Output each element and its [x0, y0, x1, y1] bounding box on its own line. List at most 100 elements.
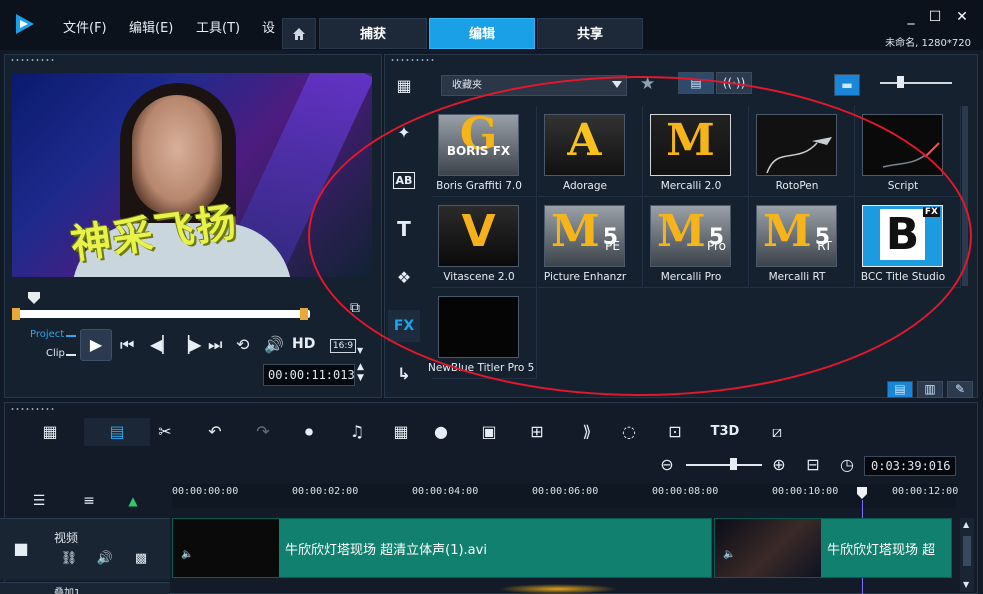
enlarge-preview-icon[interactable]: ⧉ [350, 300, 360, 316]
library-view-button[interactable]: ▤ [887, 381, 913, 398]
library-item[interactable]: A Adorage [538, 106, 643, 197]
edit-panel-button[interactable]: ✎ [947, 381, 973, 398]
video-clip[interactable]: 🔈 牛欣欣灯塔现场 超清立体声(1).avi [172, 518, 712, 578]
minimize-icon[interactable]: _ [902, 8, 920, 26]
zoom-slider-handle[interactable] [730, 458, 737, 470]
library-scrollbar[interactable] [962, 106, 968, 286]
library-item[interactable]: RotoPen [750, 106, 855, 197]
timeline-view-icon[interactable]: ▤ [104, 420, 130, 444]
pan-zoom-icon[interactable]: ⊡ [662, 420, 688, 444]
next-frame-icon[interactable]: ▕▶ [177, 335, 202, 354]
volume-icon[interactable]: 🔊 [264, 335, 284, 354]
playhead-marker-icon[interactable] [27, 291, 41, 305]
storyboard-view-icon[interactable]: ▦ [37, 420, 63, 444]
hd-toggle[interactable]: HD [292, 336, 315, 352]
sound-mixer-icon[interactable]: ♫ [344, 420, 370, 444]
library-item[interactable]: M Mercalli 2.0 [644, 106, 749, 197]
library-item[interactable]: Script [856, 106, 961, 197]
play-button[interactable]: ▶ [80, 329, 112, 361]
zoom-slider[interactable] [686, 464, 762, 466]
tab-capture[interactable]: 捕获 [319, 18, 427, 49]
panel-grip[interactable] [10, 58, 54, 62]
video-camera-icon[interactable]: ■ [8, 537, 34, 561]
scrubber-bar[interactable] [14, 310, 310, 318]
menu-tools[interactable]: 工具(T) [196, 17, 240, 36]
subtitle-editor-icon[interactable]: ▣ [476, 420, 502, 444]
multi-camera-icon[interactable]: ⊞ [524, 420, 550, 444]
library-grip[interactable] [390, 58, 434, 62]
trim-end-handle[interactable] [300, 308, 308, 320]
mask-creator-icon[interactable]: ◌ [616, 420, 642, 444]
menu-edit[interactable]: 编辑(E) [129, 17, 173, 36]
trim-start-handle[interactable] [12, 308, 20, 320]
home-button[interactable] [282, 18, 316, 49]
previous-frame-icon[interactable]: ◀▏ [150, 335, 175, 354]
repeat-icon[interactable]: ⟲ [236, 335, 249, 354]
options-panel-button[interactable]: ▥ [917, 381, 943, 398]
filter-fx-icon[interactable]: FX [388, 310, 420, 342]
mode-project[interactable]: Project [30, 329, 64, 340]
split-screen-icon[interactable]: ⧄ [764, 420, 790, 444]
tab-edit[interactable]: 编辑 [429, 18, 535, 49]
instant-project-icon[interactable]: ✦ [388, 117, 420, 149]
home-start-icon[interactable]: ⏮ [120, 335, 134, 355]
scroll-thumb[interactable] [963, 536, 971, 566]
title-icon[interactable]: T [388, 213, 420, 245]
newblue-titler-thumb [438, 296, 519, 358]
media-library-icon[interactable]: ▦ [388, 70, 420, 102]
graphics-icon[interactable]: ❖ [388, 262, 420, 294]
add-favorite-icon[interactable]: ★ [640, 74, 655, 94]
library-item[interactable]: NewBlue Titler Pro 5 [428, 288, 537, 379]
library-item[interactable]: B FX BCC Title Studio [856, 197, 961, 288]
thumbnail-size-slider[interactable] [880, 82, 952, 84]
path-icon[interactable]: ↳ [388, 358, 420, 390]
time-remapping-icon[interactable]: ⟫ [574, 420, 600, 444]
menu-file[interactable]: 文件(F) [63, 17, 107, 36]
timeline-scrollbar[interactable]: ▲ ▼ [960, 518, 974, 592]
close-icon[interactable]: ✕ [953, 8, 971, 26]
preview-timecode[interactable]: 00:00:11:013 [263, 364, 355, 386]
view-thumbnail-button[interactable]: ▬ [834, 74, 860, 96]
scroll-up-icon[interactable]: ▲ [963, 520, 969, 529]
zoom-in-icon[interactable]: ⊕ [766, 453, 792, 477]
fit-project-icon[interactable]: ⊟ [800, 453, 826, 477]
redo-icon[interactable]: ↷ [250, 420, 276, 444]
thumbnail-size-handle[interactable] [897, 76, 904, 88]
timecode-stepper-icon[interactable]: ▲ ▼ [357, 362, 364, 384]
track-volume-icon[interactable]: 🔊 [92, 547, 118, 571]
maximize-icon[interactable]: ☐ [926, 8, 944, 26]
tools-icon[interactable]: ✂ [152, 420, 178, 444]
show-video-button[interactable]: ▤ [678, 72, 714, 94]
aspect-ratio-button[interactable]: 16:9 [330, 339, 356, 353]
library-folder-dropdown[interactable]: 收藏夹 [441, 75, 627, 96]
link-icon[interactable]: ⛓ [56, 547, 82, 571]
motion-tracking-icon[interactable]: ● [428, 420, 454, 444]
library-item[interactable]: V Vitascene 2.0 [432, 197, 537, 288]
track-manager-icon[interactable]: ☰ [26, 489, 52, 513]
menu-settings[interactable]: 设 [262, 17, 275, 36]
library-item[interactable]: M PE 5 Picture Enhanzr [538, 197, 643, 288]
track-grid-icon[interactable]: ▩ [128, 547, 154, 571]
add-chapter-icon[interactable]: ≡ [76, 489, 102, 513]
video-clip[interactable]: 🔈 牛欣欣灯塔现场 超 [714, 518, 952, 578]
end-icon[interactable]: ⏭ [208, 335, 222, 355]
undo-icon[interactable]: ↶ [202, 420, 228, 444]
aspect-dropdown-icon[interactable]: ▼ [357, 346, 363, 355]
library-item[interactable]: G BORIS FX Boris Graffiti 7.0 [432, 106, 537, 197]
record-capture-icon[interactable]: ⏺ [296, 420, 322, 444]
timeline-playhead-icon[interactable] [856, 486, 868, 500]
timeline-ruler[interactable]: 00:00:00:00 00:00:02:00 00:00:04:00 00:0… [172, 484, 958, 508]
show-audio-button[interactable]: ((·)) [716, 72, 752, 94]
transition-icon[interactable]: AB [388, 165, 420, 197]
auto-music-icon[interactable]: ▦ [388, 420, 414, 444]
zoom-out-icon[interactable]: ⊖ [654, 453, 680, 477]
enable-ripple-icon[interactable]: ▲ [120, 489, 146, 513]
timeline-grip[interactable] [10, 407, 54, 411]
tab-share[interactable]: 共享 [537, 18, 643, 49]
scroll-down-icon[interactable]: ▼ [963, 580, 969, 589]
3d-title-editor-icon[interactable]: T3D [708, 420, 742, 444]
library-item[interactable]: M Pro 5 Mercalli Pro [644, 197, 749, 288]
library-item[interactable]: M RT 5 Mercalli RT [750, 197, 855, 288]
ruler-label: 00:00:10:00 [772, 486, 839, 497]
mode-clip[interactable]: Clip [46, 348, 65, 359]
